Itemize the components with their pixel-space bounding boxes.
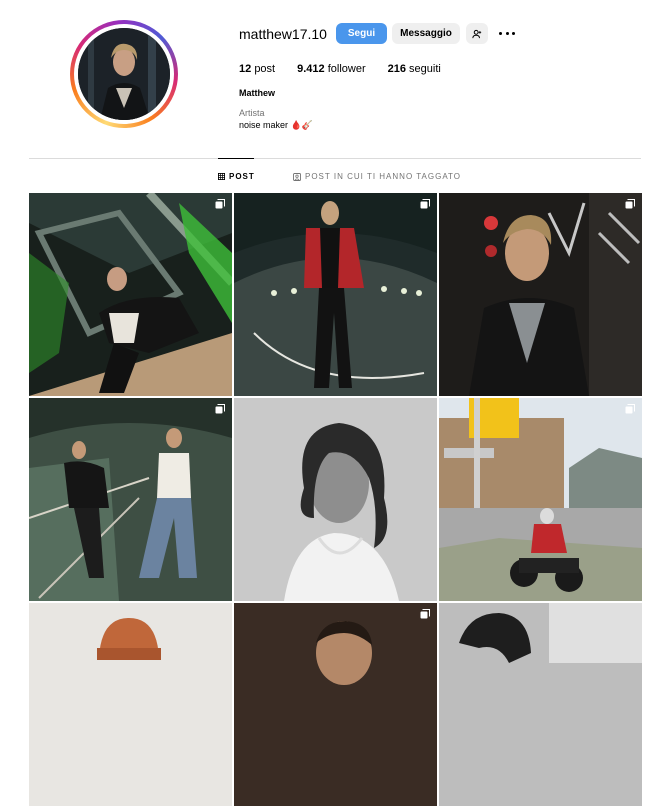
avatar[interactable] [70,20,178,128]
following-link[interactable]: 216 seguiti [388,63,441,75]
profile-bio: noise maker 🩸🎸 [239,120,313,130]
post-thumbnail[interactable] [234,193,437,396]
avatar-photo [78,28,170,120]
profile-stats: 12 post 9.412 follower 216 seguiti [239,63,463,75]
post-thumbnail[interactable] [234,398,437,601]
tab-posts[interactable]: POST [218,172,255,181]
carousel-icon [625,199,635,209]
more-options-button[interactable] [499,25,515,41]
post-image [234,603,437,806]
avatar-border [74,24,174,124]
message-button[interactable]: Messaggio [392,23,460,44]
post-thumbnail[interactable] [29,603,232,806]
post-image [439,603,642,806]
followers-link[interactable]: 9.412 follower [297,63,366,75]
profile-page: matthew17.10 Segui Messaggio 12 post 9.4… [0,0,660,806]
post-thumbnail[interactable] [29,193,232,396]
post-image [234,398,437,601]
carousel-icon [215,199,225,209]
carousel-icon [625,404,635,414]
post-image [29,193,232,396]
carousel-icon [215,404,225,414]
post-thumbnail[interactable] [439,603,642,806]
post-thumbnail[interactable] [29,398,232,601]
post-image [439,193,642,396]
posts-count: 12 post [239,63,276,75]
follow-button[interactable]: Segui [336,23,387,44]
carousel-icon [420,609,430,619]
username: matthew17.10 [239,26,327,42]
tabs-divider [29,158,641,159]
grid-icon [218,173,225,180]
more-horizontal-icon [499,31,502,35]
post-image [29,398,232,601]
post-thumbnail[interactable] [439,398,642,601]
post-image [29,603,232,806]
full-name: Matthew [239,88,275,98]
post-image [439,398,642,601]
post-image [234,193,437,396]
post-thumbnail[interactable] [234,603,437,806]
active-tab-indicator [218,158,254,159]
tab-tagged[interactable]: POST IN CUI TI HANNO TAGGATO [293,172,461,181]
post-thumbnail[interactable] [439,193,642,396]
profile-category: Artista [239,108,265,118]
tagged-icon [293,172,301,181]
suggested-users-button[interactable] [466,23,488,44]
person-add-icon [472,29,482,38]
carousel-icon [420,199,430,209]
